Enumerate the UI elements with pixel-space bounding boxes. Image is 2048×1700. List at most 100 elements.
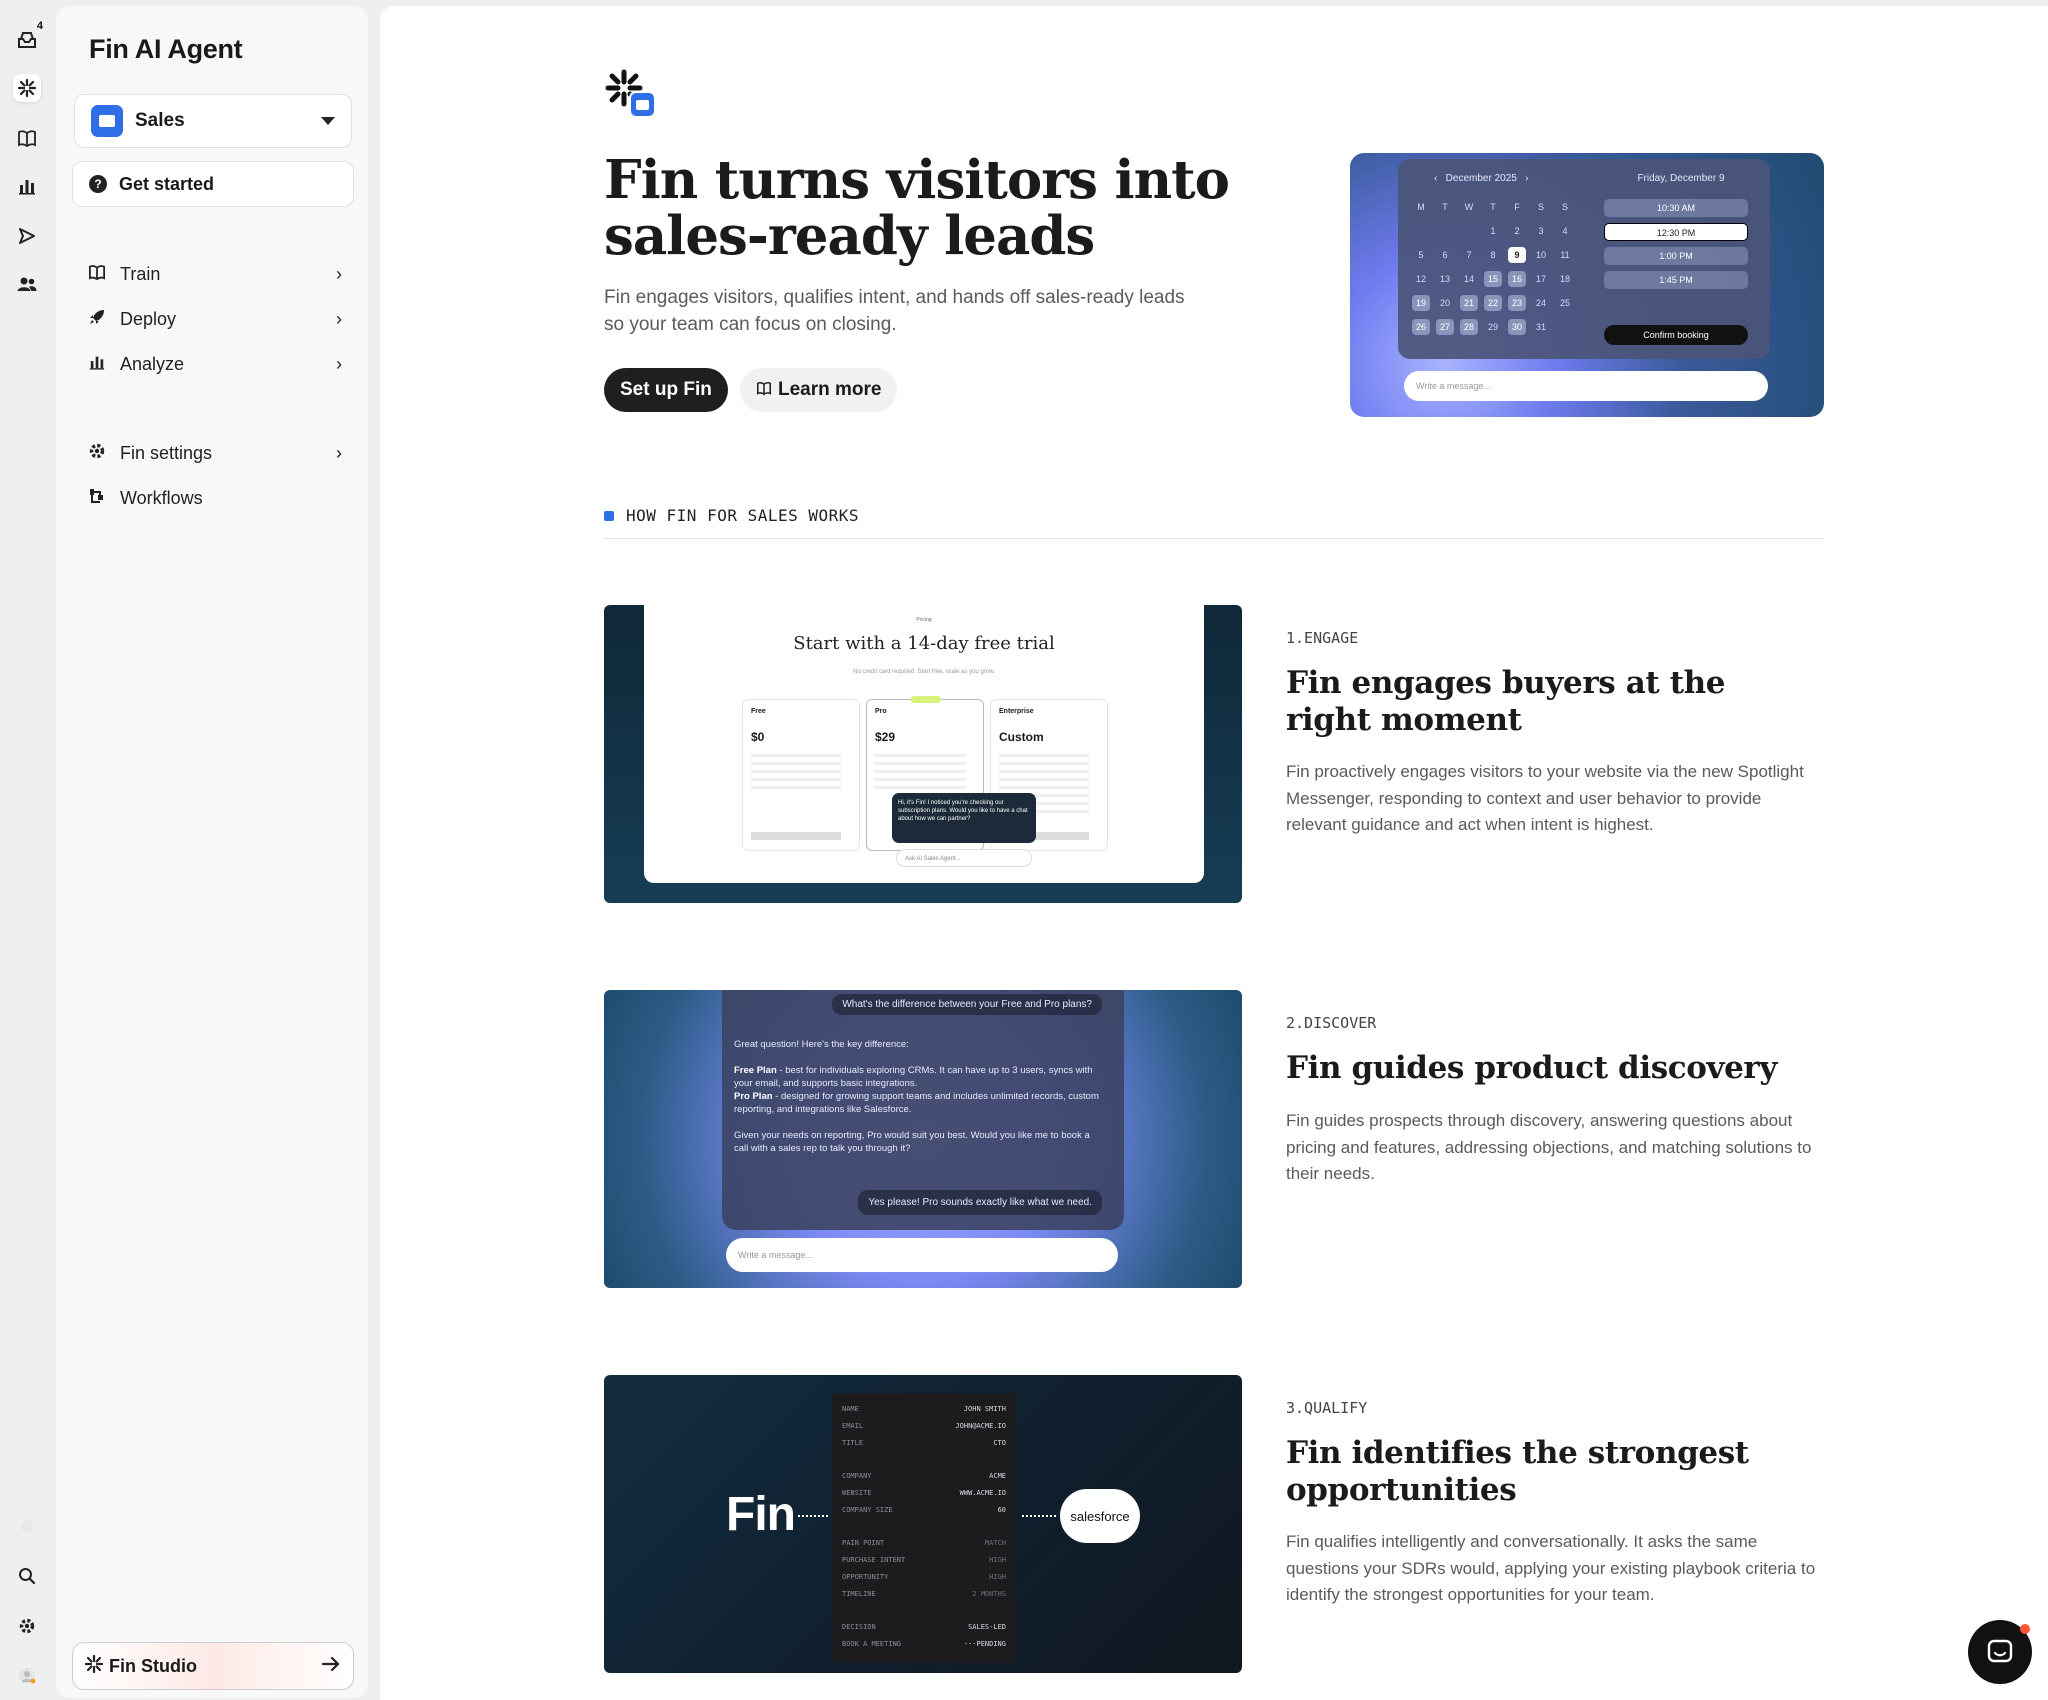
calendar-weekday: M <box>1417 202 1425 212</box>
get-started-button[interactable]: ? Get started <box>72 161 354 207</box>
calendar-day: 18 <box>1559 274 1570 284</box>
section-label-text: HOW FIN FOR SALES WORKS <box>626 506 860 525</box>
feature-image-pricing: Pricing Start with a 14-day free trial N… <box>604 605 1242 903</box>
sidebar-item-label: Fin settings <box>120 442 213 463</box>
salesforce-logo: salesforce <box>1060 1489 1140 1543</box>
calendar-day: 30 <box>1508 319 1526 335</box>
crm-row: TITLE CTO <box>842 1439 1006 1447</box>
crm-field-value: CTO <box>993 1439 1006 1447</box>
crm-field-value: ACME <box>989 1472 1006 1480</box>
calendar-weekday: T <box>1442 202 1448 212</box>
calendar-day: 3 <box>1538 226 1544 236</box>
crm-row: NAME JOHN SMITH <box>842 1405 1006 1413</box>
contacts-icon[interactable] <box>13 270 41 298</box>
sidebar-title: Fin AI Agent <box>89 34 243 64</box>
sidebar: Fin AI Agent Sales ? Get started Train ›… <box>56 6 368 1698</box>
reports-icon[interactable] <box>13 172 41 200</box>
calendar-weekday: W <box>1464 202 1474 212</box>
messenger-launcher-button[interactable] <box>1968 1620 2032 1684</box>
sidebar-item-train[interactable]: Train › <box>86 256 342 292</box>
feature-title: Fin guides product discovery <box>1286 1050 1777 1086</box>
calendar-day: 29 <box>1487 322 1498 332</box>
calendar-day: 7 <box>1466 250 1472 260</box>
calendar-day: 16 <box>1508 271 1526 287</box>
crm-field-value: JOHN SMITH <box>963 1405 1006 1413</box>
set-up-fin-button[interactable]: Set up Fin <box>604 368 728 412</box>
sidebar-item-label: Train <box>120 263 161 284</box>
confirm-booking-label: Confirm booking <box>1604 325 1748 345</box>
crm-row: DECISION SALES-LED <box>842 1623 1006 1631</box>
chevron-right-icon: › <box>336 263 342 284</box>
connector-dots <box>798 1515 828 1517</box>
feature-description: Fin proactively engages visitors to your… <box>1286 762 1804 834</box>
calendar-weekday: S <box>1537 202 1544 212</box>
hero-subtitle: Fin engages visitors, qualifies intent, … <box>604 287 1185 335</box>
calendar-day: 24 <box>1535 298 1546 308</box>
calendar-panel: ‹ December 2025 › M T W T F S S 1 2 3 4 5 6 7 8 9 10 11 12… <box>1398 159 1770 359</box>
crm-field-value: SALES-LED <box>968 1623 1006 1631</box>
question-icon: ? <box>89 175 107 193</box>
agent-selector[interactable]: Sales <box>74 94 352 148</box>
user-reply-bubble: Yes please! Pro sounds exactly like what… <box>858 1190 1102 1215</box>
crm-field-label: EMAIL <box>842 1422 864 1430</box>
crm-row: TIMELINE 2 MONTHS <box>842 1590 1006 1598</box>
crm-field-value: MATCH <box>984 1539 1006 1547</box>
book-icon[interactable] <box>13 124 41 152</box>
crm-row: OPPORTUNITY HIGH <box>842 1573 1006 1581</box>
crm-field-label: WEBSITE <box>842 1489 872 1497</box>
fin-studio-label: Fin Studio <box>109 1655 197 1676</box>
selector-label: Sales <box>135 110 185 131</box>
book-icon <box>86 264 108 285</box>
crm-field-label: DECISION <box>842 1623 876 1631</box>
crm-row: PURCHASE INTENT HIGH <box>842 1556 1006 1564</box>
fin-chat-popup: Hi, it's Fin! I noticed you're checking … <box>892 793 1036 843</box>
notification-badge: 4 <box>36 20 43 32</box>
search-icon[interactable] <box>13 1562 41 1590</box>
arrow-right-icon <box>321 1656 341 1677</box>
chevron-right-icon: › <box>336 353 342 374</box>
user-avatar-icon[interactable] <box>13 1662 41 1690</box>
settings-icon[interactable] <box>13 1612 41 1640</box>
inbox-icon[interactable]: 4 <box>13 20 43 54</box>
crm-field-label: NAME <box>842 1405 859 1413</box>
sidebar-item-workflows[interactable]: Workflows <box>86 480 342 516</box>
status-dot-icon <box>13 1512 41 1540</box>
learn-more-button[interactable]: Learn more <box>740 368 898 412</box>
message-placeholder: Write a message... <box>726 1238 1118 1272</box>
fin-sales-logo-icon <box>604 68 656 120</box>
calendar-day: 13 <box>1439 274 1450 284</box>
crm-row: BOOK A MEETING ···PENDING <box>842 1640 1006 1648</box>
sidebar-item-fin-settings[interactable]: Fin settings › <box>86 435 342 471</box>
feature-number: 2.DISCOVER <box>1286 1014 1377 1032</box>
message-placeholder: Write a message... <box>1404 371 1768 401</box>
calendar-weekday: S <box>1561 202 1568 212</box>
calendar-day: 25 <box>1559 298 1570 308</box>
calendar-day: 15 <box>1484 271 1502 287</box>
fin-icon[interactable] <box>13 74 41 102</box>
calendar-day: 14 <box>1463 274 1474 284</box>
calendar-day: 12 <box>1415 274 1426 284</box>
gear-icon <box>86 442 108 465</box>
calendar-weekday: T <box>1490 202 1496 212</box>
book-icon <box>756 379 772 401</box>
sidebar-item-deploy[interactable]: Deploy › <box>86 301 342 337</box>
feature-image-crm: Fin NAME JOHN SMITH EMAIL JOHN@ACME.IO TITLE… <box>604 1375 1242 1673</box>
crm-field-value: WWW.ACME.IO <box>959 1489 1006 1497</box>
connector-dots <box>1022 1515 1056 1517</box>
crm-row: COMPANY ACME <box>842 1472 1006 1480</box>
fin-icon <box>84 1654 104 1678</box>
crm-field-value: JOHN@ACME.IO <box>955 1422 1006 1430</box>
get-started-label: Get started <box>119 173 215 194</box>
section-divider <box>604 538 1824 539</box>
sidebar-item-label: Workflows <box>120 487 203 508</box>
calendar-day: 28 <box>1460 319 1478 335</box>
sidebar-item-analyze[interactable]: Analyze › <box>86 346 342 382</box>
calendar-day: 10 <box>1535 250 1546 260</box>
outbound-icon[interactable] <box>13 222 41 250</box>
crm-row: EMAIL JOHN@ACME.IO <box>842 1422 1006 1430</box>
feature-title: Fin engages buyers at the right moment <box>1286 665 1726 738</box>
fin-studio-button[interactable]: Fin Studio <box>72 1642 354 1690</box>
pricing-heading: Start with a 14-day free trial <box>793 633 1055 654</box>
crm-field-label: TITLE <box>842 1439 864 1447</box>
calendar-day: 1 <box>1490 226 1496 236</box>
